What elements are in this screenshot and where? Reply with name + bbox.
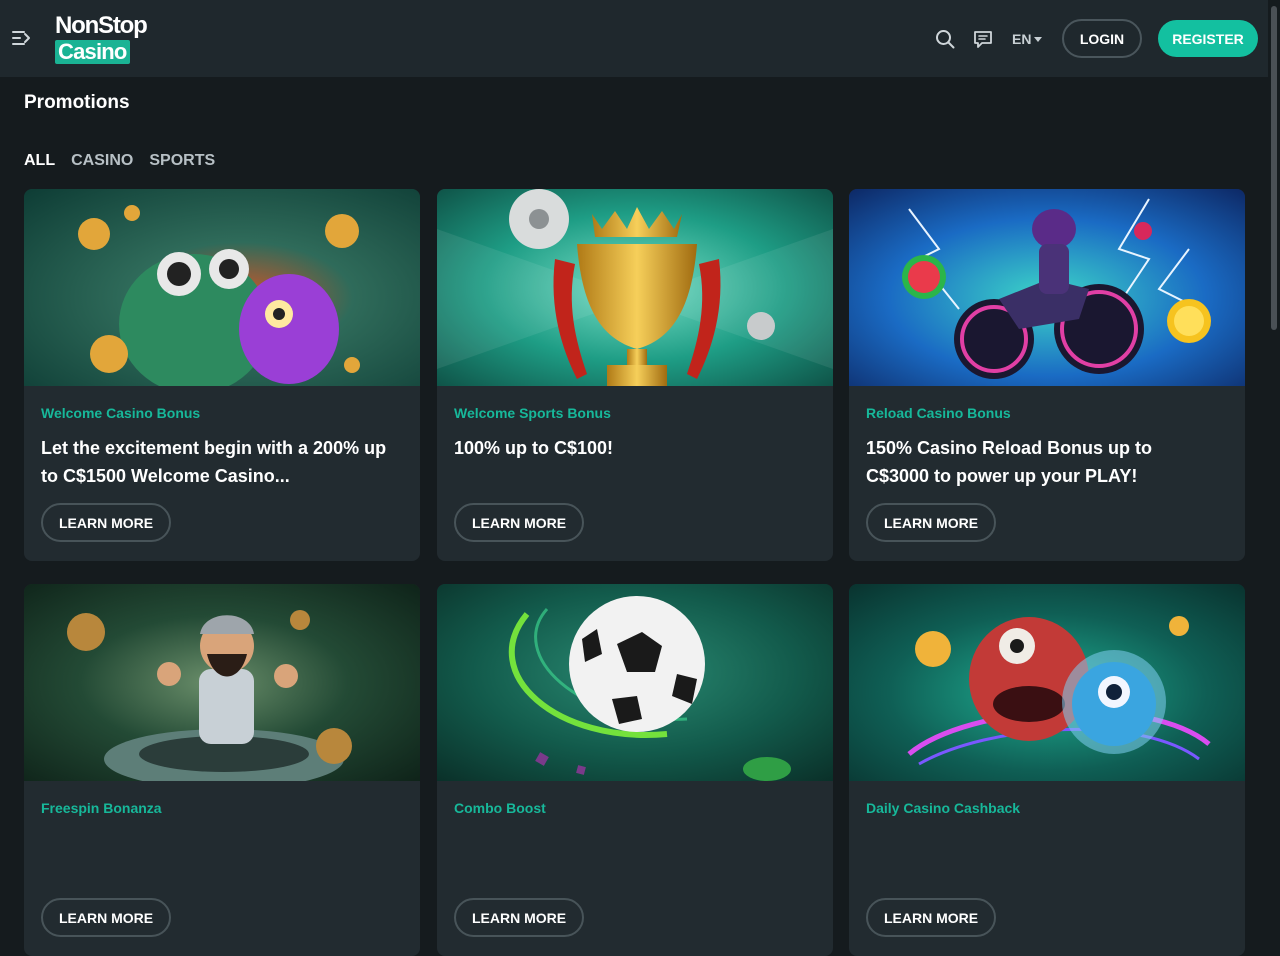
promotion-filter-tabs: ALL CASINO SPORTS (24, 152, 215, 170)
promo-description: 150% Casino Reload Bonus up to C$3000 to… (866, 438, 1153, 486)
menu-toggle-icon[interactable] (10, 28, 32, 48)
promotion-card[interactable]: Daily Casino Cashback LEARN MORE (849, 584, 1245, 956)
nonstop-casino-logo[interactable]: NonStop Casino (55, 13, 165, 65)
promotion-card[interactable]: Combo Boost LEARN MORE (437, 584, 833, 956)
top-header: NonStop Casino EN LOGIN REGISTER (0, 0, 1268, 77)
promo-category: Reload Casino Bonus (866, 405, 1011, 421)
learn-more-button[interactable]: LEARN MORE (454, 503, 585, 542)
promotion-card[interactable]: Welcome Casino Bonus Let the excitement … (24, 189, 420, 561)
logo-wordmark-bottom: Casino (55, 40, 130, 64)
promotion-card[interactable]: Welcome Sports Bonus 100% up to C$100! L… (437, 189, 833, 561)
promo-category: Daily Casino Cashback (866, 800, 1021, 816)
register-button[interactable]: REGISTER (1158, 20, 1258, 57)
promotion-card[interactable]: Reload Casino Bonus 150% Casino Reload B… (849, 189, 1245, 561)
promo-banner-image (437, 584, 833, 781)
page-scrollbar[interactable] (1268, 0, 1280, 812)
promo-description: 100% up to C$100! (454, 438, 614, 458)
chevron-down-icon (1034, 36, 1043, 42)
logo-wordmark-top: NonStop (55, 12, 148, 39)
promo-category: Freespin Bonanza (41, 800, 162, 816)
login-button[interactable]: LOGIN (1062, 19, 1142, 58)
learn-more-button[interactable]: LEARN MORE (41, 503, 172, 542)
scrollbar-thumb[interactable] (1271, 6, 1277, 330)
tab-all[interactable]: ALL (24, 152, 55, 170)
tab-casino[interactable]: CASINO (71, 152, 133, 170)
promotion-card[interactable]: Freespin Bonanza LEARN MORE (24, 584, 420, 956)
learn-more-button[interactable]: LEARN MORE (41, 898, 172, 937)
search-icon[interactable] (934, 28, 956, 50)
language-code: EN (1012, 31, 1032, 47)
language-selector[interactable]: EN (1012, 30, 1043, 48)
promo-banner-image (24, 189, 420, 386)
promo-category: Combo Boost (454, 800, 546, 816)
promo-banner-image (849, 189, 1245, 386)
promo-category: Welcome Sports Bonus (454, 405, 611, 421)
promo-banner-image (437, 189, 833, 386)
promo-banner-image (24, 584, 420, 781)
learn-more-button[interactable]: LEARN MORE (866, 898, 997, 937)
promo-banner-image (849, 584, 1245, 781)
learn-more-button[interactable]: LEARN MORE (454, 898, 585, 937)
learn-more-button[interactable]: LEARN MORE (866, 503, 997, 542)
promo-category: Welcome Casino Bonus (41, 405, 201, 421)
tab-sports[interactable]: SPORTS (149, 152, 215, 170)
promo-description: Let the excitement begin with a 200% up … (41, 438, 387, 486)
chat-icon[interactable] (972, 28, 994, 50)
page-title: Promotions (24, 92, 130, 113)
